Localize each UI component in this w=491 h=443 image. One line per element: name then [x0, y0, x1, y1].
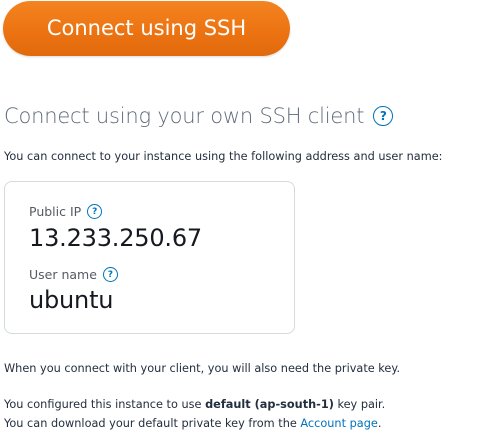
download-suffix: . — [377, 417, 382, 430]
key-pair-note: You configured this instance to use defa… — [4, 398, 385, 411]
user-name-help-icon[interactable]: ? — [102, 267, 118, 282]
connection-intro-text: You can connect to your instance using t… — [4, 150, 443, 163]
public-ip-help-icon[interactable]: ? — [87, 204, 103, 219]
own-client-heading: Connect using your own SSH client ? — [4, 104, 394, 128]
connection-info-card: Public IP ? 13.233.250.67 User name ? ub… — [4, 181, 295, 334]
private-key-note: When you connect with your client, you w… — [4, 362, 401, 375]
key-pair-name: default (ap-south-1) — [205, 398, 334, 411]
connect-using-ssh-button[interactable]: Connect using SSH — [3, 1, 290, 56]
key-pair-prefix: You configured this instance to use — [4, 398, 206, 411]
public-ip-value: 13.233.250.67 — [29, 224, 202, 252]
user-name-value: ubuntu — [29, 286, 114, 314]
key-pair-suffix: key pair. — [333, 398, 386, 411]
user-name-label-row: User name ? — [29, 267, 118, 282]
section-title: Connect using your own SSH client — [4, 104, 365, 128]
ssh-connect-page: Connect using SSH Connect using your own… — [0, 0, 491, 443]
account-page-link[interactable]: Account page — [300, 417, 377, 430]
user-name-label: User name — [29, 267, 97, 282]
help-circle-icon[interactable]: ? — [373, 106, 394, 126]
download-key-note: You can download your default private ke… — [4, 417, 381, 430]
public-ip-label: Public IP — [29, 204, 82, 219]
download-prefix: You can download your default private ke… — [4, 417, 301, 430]
public-ip-label-row: Public IP ? — [29, 204, 103, 219]
